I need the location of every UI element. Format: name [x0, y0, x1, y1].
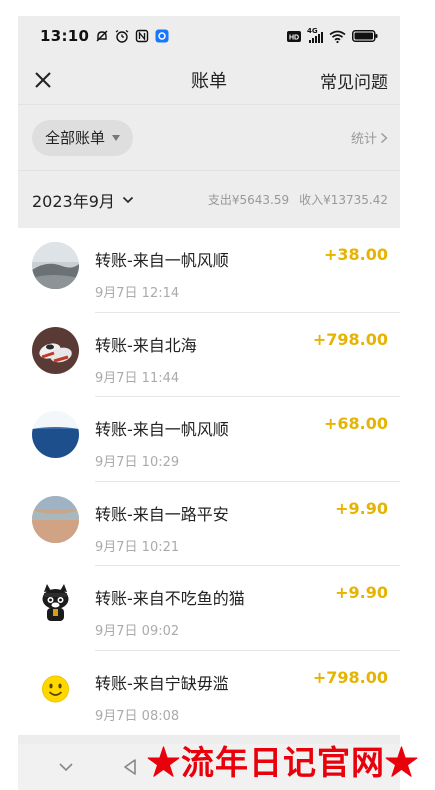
bill-filter-dropdown[interactable]: 全部账单: [32, 119, 134, 156]
transaction-amount: +9.90: [335, 498, 388, 518]
transaction-title: 转账-来自一路平安: [95, 504, 229, 524]
avatar: [32, 411, 79, 458]
transaction-body: 转账-来自宁缺毋滥 9月7日 08:08 +798.00: [95, 651, 400, 736]
transaction-info: 转账-来自不吃鱼的猫 9月7日 09:02: [95, 566, 245, 650]
month-selector[interactable]: 2023年9月: [32, 188, 134, 212]
transaction-amount: +9.90: [335, 583, 388, 602]
transaction-body: 转账-来自一帆风顺 9月7日 10:29 +68.00: [95, 397, 400, 482]
avatar: [32, 495, 79, 543]
transaction-info: 转账-来自一路平安 9月7日 10:21: [95, 482, 229, 566]
chevron-down-icon[interactable]: [56, 757, 76, 777]
expense-total: 支出¥5643.59: [207, 193, 290, 207]
network-label: 4G: [307, 27, 318, 35]
stats-label: 统计: [350, 132, 377, 147]
transaction-row[interactable]: 转账-来自一帆风顺 9月7日 12:14 +38.00: [18, 228, 400, 313]
avatar: [32, 326, 79, 374]
mute-icon: [96, 30, 108, 42]
svg-text:HD: HD: [289, 34, 299, 41]
month-totals: 支出¥5643.59 收入¥13735.42: [208, 191, 388, 208]
sea-avatar-icon: [32, 411, 79, 458]
transaction-time: 9月7日 09:02: [95, 624, 180, 639]
app-notification-icon: [155, 29, 169, 43]
transaction-time: 9月7日 08:08: [95, 708, 180, 724]
transaction-row[interactable]: 转账-来自一帆风顺 9月7日 10:29 +68.00: [18, 397, 400, 482]
shoes-avatar-icon: [32, 326, 79, 374]
nfc-icon: [136, 29, 149, 43]
wifi-icon: [329, 30, 346, 43]
phone-screen: 13:10 HD 4G 账单 常见问题 全部账单 统计 2023年9月 支出¥5…: [18, 16, 400, 790]
status-time: 13:10: [40, 27, 90, 45]
month-label: 2023年9月: [32, 191, 115, 211]
chevron-right-icon: [381, 132, 388, 143]
status-right: HD 4G: [287, 27, 378, 43]
transaction-time: 9月7日 10:21: [95, 539, 180, 555]
transaction-body: 转账-来自一帆风顺 9月7日 12:14 +38.00: [95, 228, 400, 313]
transaction-time: 9月7日 10:29: [95, 455, 180, 470]
stats-link[interactable]: 统计: [351, 128, 388, 147]
landscape-avatar-icon: [32, 242, 79, 289]
faq-link[interactable]: 常见问题: [320, 68, 388, 93]
signal-4g-icon: 4G: [307, 27, 323, 43]
avatar: [32, 664, 79, 712]
transaction-amount: +798.00: [312, 329, 388, 349]
transaction-body: 转账-来自不吃鱼的猫 9月7日 09:02 +9.90: [95, 566, 400, 651]
transaction-row[interactable]: 转账-来自北海 9月7日 11:44 +798.00: [18, 313, 400, 397]
chevron-down-icon: [122, 196, 133, 203]
transaction-time: 9月7日 12:14: [95, 286, 180, 301]
avatar: [32, 580, 79, 627]
status-bar: 13:10 HD 4G: [18, 16, 400, 56]
transaction-info: 转账-来自宁缺毋滥 9月7日 08:08: [95, 651, 229, 736]
transaction-title: 转账-来自宁缺毋滥: [95, 673, 229, 693]
hd-icon: HD: [287, 30, 301, 42]
close-icon[interactable]: [32, 69, 54, 91]
header-bar: 账单 常见问题: [18, 56, 400, 104]
transaction-row[interactable]: 转账-来自不吃鱼的猫 9月7日 09:02 +9.90: [18, 566, 400, 651]
transaction-title: 转账-来自一帆风顺: [95, 420, 229, 439]
transaction-list: 转账-来自一帆风顺 9月7日 12:14 +38.00 转账-来自北海 9月7日…: [18, 228, 400, 735]
income-total: 收入¥13735.42: [299, 193, 388, 207]
transaction-amount: +798.00: [312, 667, 388, 687]
transaction-time: 9月7日 11:44: [95, 370, 180, 386]
caret-down-icon: [112, 134, 121, 141]
cat-avatar-icon: [32, 580, 79, 627]
transaction-body: 转账-来自北海 9月7日 11:44 +798.00: [95, 313, 400, 397]
transaction-info: 转账-来自北海 9月7日 11:44: [95, 313, 197, 397]
alarm-icon: [115, 29, 129, 43]
watermark: ★流年日记官网★: [147, 743, 419, 782]
transaction-row[interactable]: 转账-来自一路平安 9月7日 10:21 +9.90: [18, 482, 400, 566]
transaction-info: 转账-来自一帆风顺 9月7日 12:14: [95, 228, 229, 312]
transaction-title: 转账-来自北海: [95, 335, 197, 355]
transaction-amount: +38.00: [323, 245, 388, 264]
filter-row: 全部账单 统计: [18, 104, 400, 170]
bill-filter-label: 全部账单: [45, 129, 106, 147]
transaction-amount: +68.00: [323, 414, 388, 433]
transaction-info: 转账-来自一帆风顺 9月7日 10:29: [95, 397, 229, 481]
month-summary-row: 2023年9月 支出¥5643.59 收入¥13735.42: [18, 170, 400, 228]
status-left: 13:10: [40, 27, 169, 45]
transaction-title: 转账-来自一帆风顺: [95, 251, 229, 270]
avatar: [32, 242, 79, 289]
beach-avatar-icon: [32, 495, 79, 543]
transaction-row[interactable]: 转账-来自宁缺毋滥 9月7日 08:08 +798.00: [18, 651, 400, 736]
transaction-body: 转账-来自一路平安 9月7日 10:21 +9.90: [95, 482, 400, 566]
smiley-avatar-icon: [32, 664, 79, 712]
battery-icon: [352, 30, 378, 42]
transaction-title: 转账-来自不吃鱼的猫: [95, 589, 245, 608]
